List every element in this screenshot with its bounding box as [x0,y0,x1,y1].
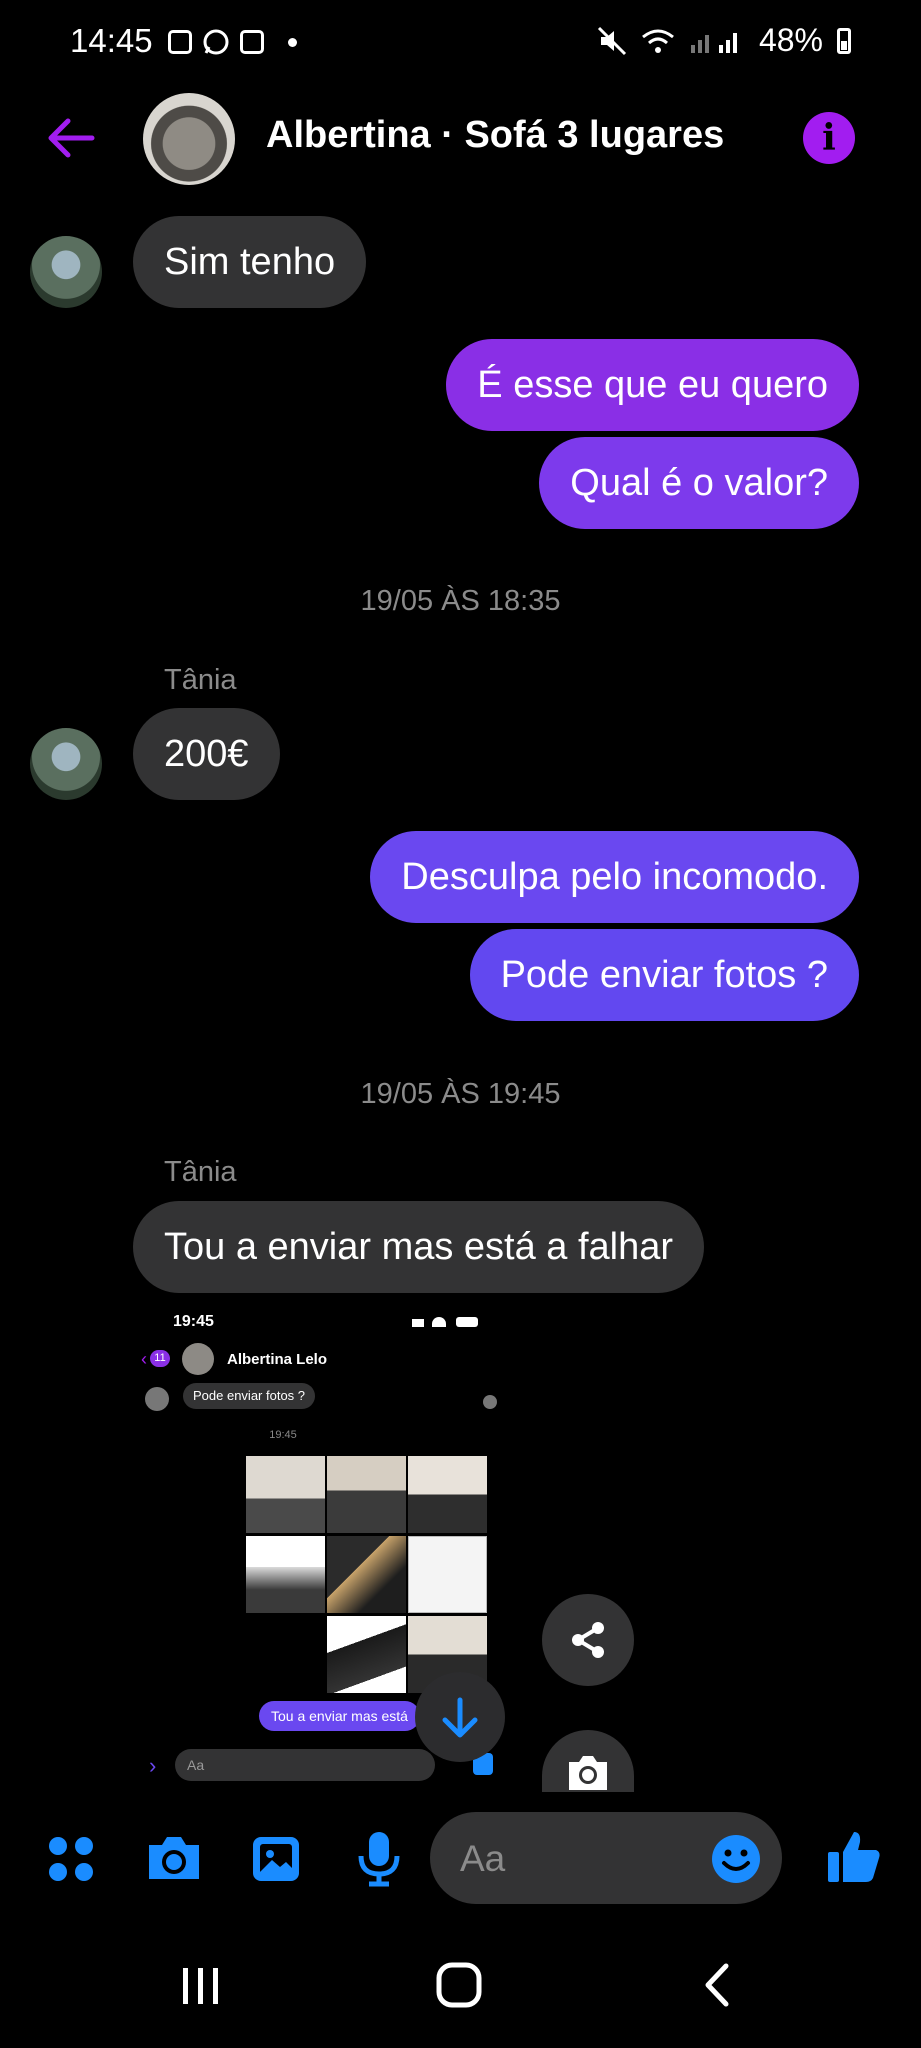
signal-icon [690,32,737,53]
system-status: 48% [597,22,851,59]
attachment-expand-icon: › [149,1753,157,1778]
gallery-icon[interactable] [250,1834,302,1884]
attachment-time: 19:45 [173,1313,214,1330]
attachment-status-icons [408,1317,478,1327]
message-incoming[interactable]: Tou a enviar mas está a falhar [133,1201,705,1293]
share-button[interactable] [542,1594,634,1686]
notification-icons [168,28,297,56]
more-notifications-dot [288,37,297,47]
attachment-photo-grid [246,1456,487,1693]
whatsapp-icon [203,29,229,55]
info-icon[interactable]: i [803,112,855,164]
share-icon [572,1622,604,1658]
microphone-icon[interactable] [357,1830,401,1888]
sender-name: Tânia [164,664,237,696]
message-outgoing[interactable]: É esse que eu quero [446,339,859,431]
attachment-contact-name: Albertina Lelo [227,1351,328,1368]
attachment-back-icon: ‹ [141,1349,147,1369]
back-arrow-icon[interactable] [44,112,96,164]
attachment-seen-avatar [483,1395,497,1409]
back-nav-icon[interactable] [694,1960,744,2010]
attachment-sent-message: Tou a enviar mas está [259,1701,420,1731]
message-incoming[interactable]: 200€ [133,708,280,800]
contact-avatar[interactable] [30,728,102,800]
wifi-icon [642,29,674,53]
battery-icon [837,27,851,54]
camera-icon[interactable] [145,1833,203,1883]
attachment-avatar [182,1343,214,1375]
attachment-previous-message: Pode enviar fotos ? [183,1383,316,1409]
listing-thumbnail[interactable] [143,93,235,185]
camera-save-button[interactable] [542,1730,634,1792]
mute-icon [597,26,627,55]
emoji-icon[interactable] [711,1834,761,1884]
attachment-timestamp: 19:45 [269,1429,297,1441]
message-incoming[interactable]: Sim tenho [133,216,367,308]
scroll-down-icon [442,1697,478,1738]
battery-percent: 48% [758,22,823,58]
attachment-avatar-small [145,1387,169,1411]
camera-icon [569,1756,607,1790]
chat-title[interactable]: Albertina · Sofá 3 lugares [266,114,724,157]
gallery-notification-icon [168,30,192,54]
thumbs-up-icon[interactable] [826,1828,882,1884]
apps-icon[interactable] [46,1834,96,1884]
attachment-unread-badge: 11 [150,1350,170,1367]
message-outgoing[interactable]: Pode enviar fotos ? [469,929,859,1021]
recent-apps-icon[interactable] [176,1960,226,2010]
message-timestamp: 19/05 ÀS 19:45 [360,1078,561,1110]
scroll-to-bottom-button[interactable] [415,1672,505,1762]
message-timestamp: 19/05 ÀS 18:35 [360,585,561,617]
message-outgoing[interactable]: Desculpa pelo incomodo. [370,831,859,923]
home-icon[interactable] [434,1960,484,2010]
app-notification-icon [240,30,264,54]
sender-name: Tânia [164,1156,237,1188]
attachment-composer: Aa [175,1749,435,1781]
contact-avatar[interactable] [30,236,102,308]
message-input-placeholder: Aa [460,1838,506,1879]
status-time: 14:45 [70,22,153,59]
message-outgoing[interactable]: Qual é o valor? [539,437,859,529]
